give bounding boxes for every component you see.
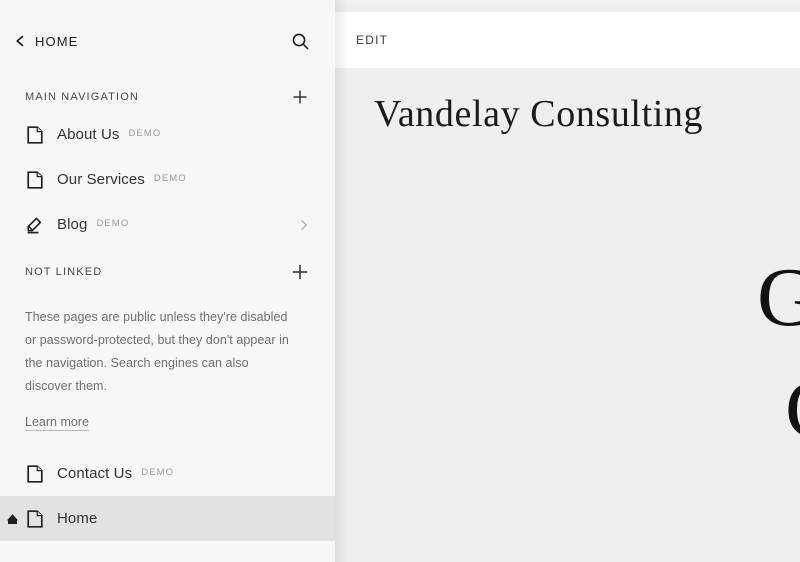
nav-item-label: Our Services [57,171,145,188]
pages-sidebar: HOME MAIN NAVIGATION About Us DEMO Our S… [0,0,335,562]
blog-pen-icon [25,215,45,235]
plus-icon [293,90,307,104]
main-navigation-list: About Us DEMO Our Services DEMO Blog DEM… [0,112,335,247]
home-icon [5,512,19,526]
back-label: HOME [35,33,79,49]
page-icon [25,125,45,145]
search-button[interactable] [287,28,313,54]
nav-item-label: Contact Us [57,465,133,482]
hero-headline-line-2: C [785,368,800,452]
nav-item-our-services[interactable]: Our Services DEMO [0,157,335,202]
nav-item-contact-us[interactable]: Contact Us DEMO [0,451,335,496]
section-header-main-navigation: MAIN NAVIGATION [0,82,335,112]
sidebar-header: HOME [0,0,335,82]
nav-item-label: Home [57,510,98,527]
add-page-button-not-linked[interactable] [289,261,311,283]
page-icon [25,464,45,484]
chevron-right-icon[interactable] [299,219,309,231]
add-page-button-main-navigation[interactable] [289,86,311,108]
demo-badge: DEMO [128,128,162,139]
learn-more-link[interactable]: Learn more [25,415,89,431]
nav-item-about-us[interactable]: About Us DEMO [0,112,335,157]
section-title: NOT LINKED [25,266,103,278]
section-header-not-linked: NOT LINKED [0,257,335,287]
preview-toolbar: EDIT [335,12,800,68]
site-title: Vandelay Consulting [374,93,704,135]
not-linked-description: These pages are public unless they're di… [25,309,289,393]
page-icon [25,170,45,190]
nav-item-label: About Us [57,126,120,143]
site-preview-panel: EDIT Vandelay Consulting G C [335,0,800,562]
preview-canvas[interactable]: Vandelay Consulting G C [335,68,800,562]
chevron-left-icon [16,35,24,47]
search-icon [292,33,308,49]
demo-badge: DEMO [96,218,130,229]
nav-item-home[interactable]: Home [0,496,335,541]
page-manager-screen: HOME MAIN NAVIGATION About Us DEMO Our S… [0,0,800,562]
edit-button[interactable]: EDIT [356,33,388,47]
plus-icon [292,264,308,280]
back-to-home-button[interactable]: HOME [14,34,78,49]
nav-item-blog[interactable]: Blog DEMO [0,202,335,247]
not-linked-list: Contact Us DEMO Home [0,451,335,541]
hero-headline-line-1: G [757,251,800,344]
page-icon [25,509,45,529]
nav-item-label: Blog [57,216,88,233]
demo-badge: DEMO [153,173,187,184]
demo-badge: DEMO [141,467,175,478]
preview-top-gap [335,0,800,12]
section-title: MAIN NAVIGATION [25,91,140,103]
